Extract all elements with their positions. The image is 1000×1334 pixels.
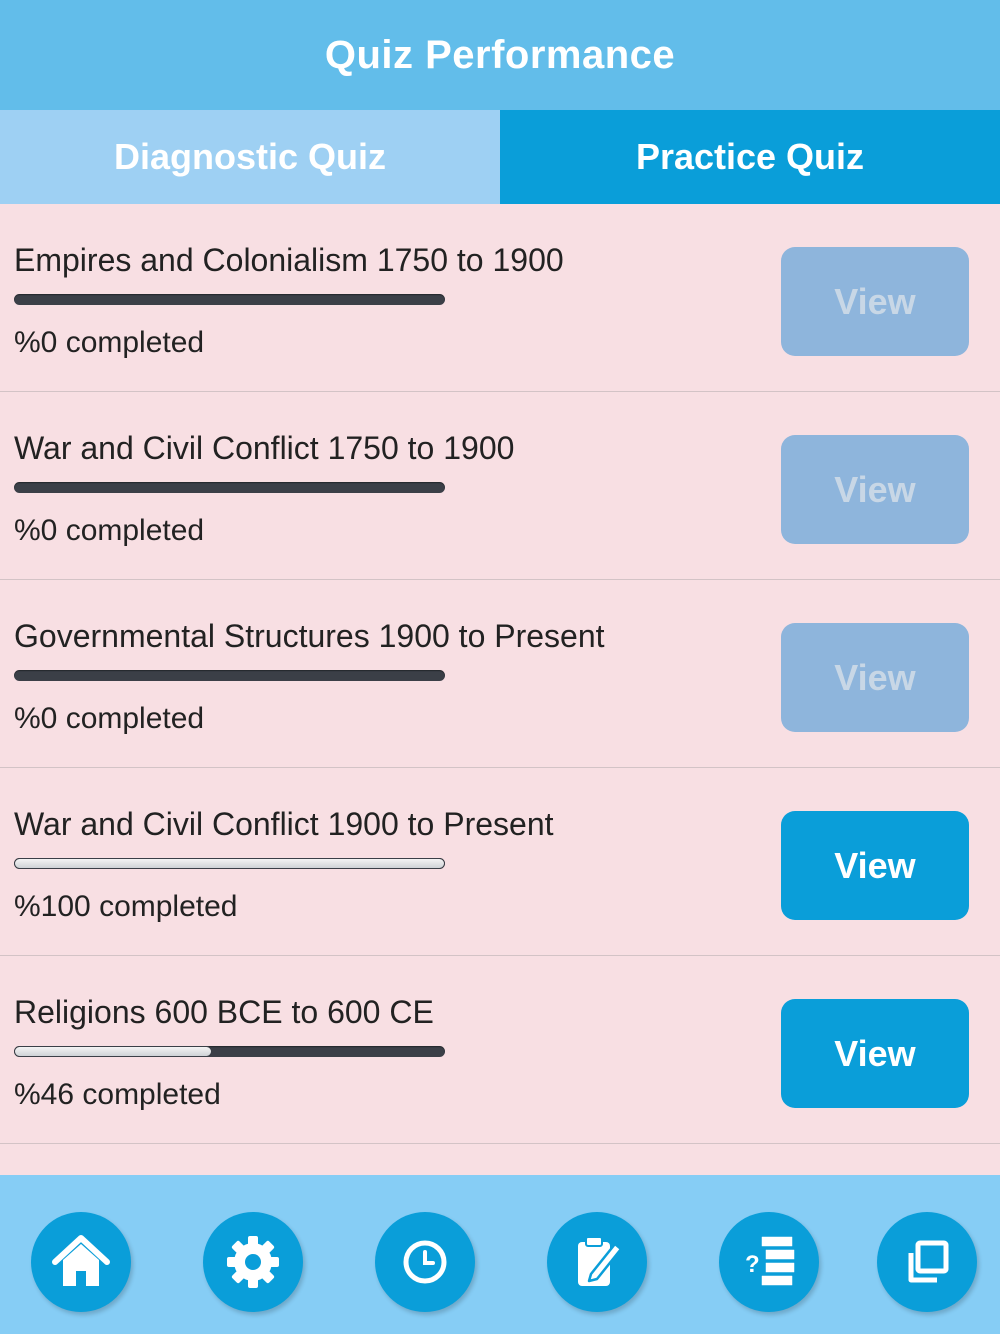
clock-icon bbox=[403, 1240, 447, 1284]
quiz-title: Governmental Structures 1900 to Present bbox=[14, 618, 605, 654]
svg-text:?: ? bbox=[745, 1251, 760, 1278]
quiz-type-tabs: Diagnostic Quiz Practice Quiz bbox=[0, 110, 1000, 204]
home-button[interactable] bbox=[31, 1212, 131, 1312]
progress-bar bbox=[14, 670, 445, 681]
page-title: Quiz Performance bbox=[324, 32, 676, 77]
quiz-title: War and Civil Conflict 1750 to 1900 bbox=[14, 430, 515, 466]
tab-diagnostic-quiz[interactable]: Diagnostic Quiz bbox=[0, 110, 500, 204]
home-icon bbox=[52, 1235, 110, 1286]
quiz-row: War and Civil Conflict 1900 to Present %… bbox=[0, 768, 1000, 956]
quiz-status: %100 completed bbox=[14, 890, 238, 923]
settings-button[interactable] bbox=[203, 1212, 303, 1312]
history-button[interactable] bbox=[375, 1212, 475, 1312]
quiz-row: Empires and Colonialism 1750 to 1900 %0 … bbox=[0, 204, 1000, 392]
gear-icon bbox=[227, 1236, 279, 1288]
notes-button[interactable] bbox=[547, 1212, 647, 1312]
quiz-title: War and Civil Conflict 1900 to Present bbox=[14, 806, 554, 842]
view-button[interactable]: View bbox=[781, 811, 969, 920]
progress-fill bbox=[14, 1046, 213, 1057]
quiz-title: Religions 600 BCE to 600 CE bbox=[14, 994, 434, 1030]
quiz-status: %0 completed bbox=[14, 326, 205, 359]
quiz-row: War and Civil Conflict 1750 to 1900 %0 c… bbox=[0, 392, 1000, 580]
progress-bar bbox=[14, 1046, 445, 1057]
app-header: Quiz Performance bbox=[0, 0, 1000, 110]
view-button[interactable]: View bbox=[781, 435, 969, 544]
quiz-status: %0 completed bbox=[14, 702, 205, 735]
copy-icon bbox=[908, 1240, 949, 1283]
quiz-row: Governmental Structures 1900 to Present … bbox=[0, 580, 1000, 768]
tab-practice-quiz[interactable]: Practice Quiz bbox=[500, 110, 1000, 204]
bottom-nav-bar: ? bbox=[0, 1175, 1000, 1334]
progress-bar bbox=[14, 294, 445, 305]
clipboard-edit-icon bbox=[578, 1236, 623, 1286]
quiz-row: Religions 600 BCE to 600 CE %46 complete… bbox=[0, 956, 1000, 1144]
quiz-list: Empires and Colonialism 1750 to 1900 %0 … bbox=[0, 204, 1000, 1144]
copy-button[interactable] bbox=[877, 1212, 977, 1312]
view-button[interactable]: View bbox=[781, 999, 969, 1108]
quiz-list-button[interactable]: ? bbox=[719, 1212, 819, 1312]
progress-fill bbox=[14, 858, 445, 869]
quiz-list-icon: ? bbox=[745, 1235, 796, 1287]
view-button[interactable]: View bbox=[781, 623, 969, 732]
progress-bar bbox=[14, 482, 445, 493]
quiz-status: %0 completed bbox=[14, 514, 205, 547]
quiz-title: Empires and Colonialism 1750 to 1900 bbox=[14, 242, 564, 278]
progress-bar bbox=[14, 858, 445, 869]
quiz-status: %46 completed bbox=[14, 1078, 221, 1111]
view-button[interactable]: View bbox=[781, 247, 969, 356]
